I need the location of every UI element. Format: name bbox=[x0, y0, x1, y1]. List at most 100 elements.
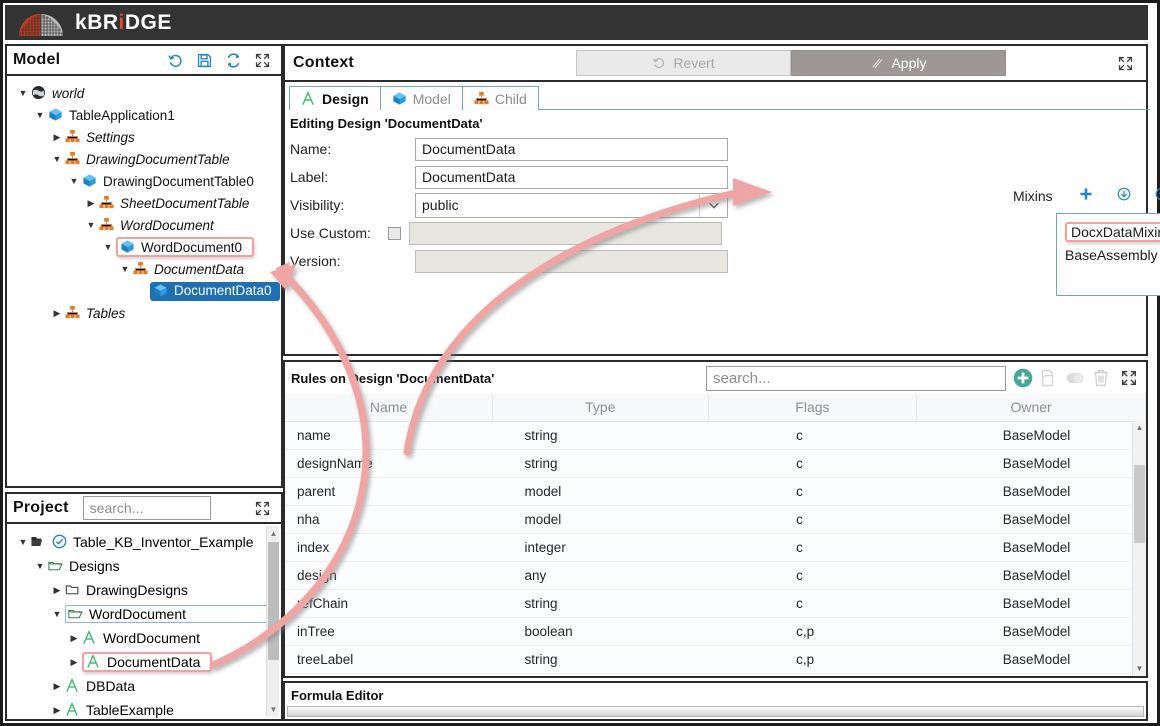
project-panel-title: Project bbox=[13, 499, 69, 516]
project-tree[interactable]: ▼ Table_KB_Inventor_Example ▼ Designs ▶ Drawi… bbox=[7, 524, 281, 719]
maximize-icon[interactable] bbox=[254, 500, 271, 517]
model-tree-item[interactable]: ▼ DocumentData bbox=[11, 258, 277, 280]
project-search-input[interactable]: search... bbox=[82, 496, 211, 520]
chevron-down-icon[interactable]: ▼ bbox=[32, 110, 48, 120]
maximize-icon[interactable] bbox=[1120, 369, 1138, 387]
table-row[interactable]: nha model c BaseModel bbox=[285, 505, 1146, 534]
tab-child[interactable]: Child bbox=[461, 86, 539, 110]
tree-node-content: DBData bbox=[65, 677, 136, 694]
chevron-right-icon[interactable]: ▶ bbox=[49, 681, 65, 692]
revert-button[interactable]: Revert bbox=[575, 50, 791, 76]
table-row[interactable]: design any c BaseModel bbox=[285, 561, 1146, 590]
formula-editor-splitter[interactable] bbox=[287, 706, 1144, 717]
project-tree-item[interactable]: ▶ TableExample bbox=[13, 698, 277, 719]
scroll-up-arrow-icon[interactable]: ▲ bbox=[1133, 421, 1146, 435]
model-tree-item[interactable]: ▶ SheetDocumentTable bbox=[11, 192, 277, 214]
model-tree-item[interactable]: ▼ WordDocument0 bbox=[11, 236, 277, 258]
model-tree-item[interactable]: ▼ DrawingDocumentTable bbox=[11, 148, 277, 170]
chevron-right-icon[interactable]: ▶ bbox=[66, 657, 82, 668]
toggle-icon[interactable] bbox=[1064, 367, 1086, 389]
logo-text-part2: BR bbox=[87, 10, 119, 34]
hierarchy-icon bbox=[65, 305, 81, 321]
project-tree-scrollbar[interactable]: ▲ ▼ bbox=[266, 526, 279, 717]
move-down-icon[interactable] bbox=[1105, 186, 1143, 207]
history-icon[interactable] bbox=[167, 52, 184, 69]
table-row[interactable]: designName string c BaseModel bbox=[285, 449, 1146, 478]
rules-column-header[interactable]: Flags bbox=[708, 394, 918, 422]
tab-design[interactable]: Design bbox=[289, 86, 381, 111]
rules-search-input[interactable]: search... bbox=[706, 365, 1006, 391]
project-tree-item[interactable]: ▼ Table_KB_Inventor_Example bbox=[13, 530, 277, 554]
maximize-icon[interactable] bbox=[254, 52, 271, 69]
project-tree-item[interactable]: ▶ DBData bbox=[13, 674, 277, 698]
chevron-down-icon[interactable]: ▼ bbox=[15, 537, 31, 547]
tab-model[interactable]: Model bbox=[379, 86, 463, 110]
rules-column-header[interactable]: Type bbox=[492, 394, 709, 422]
label-input[interactable]: DocumentData bbox=[415, 165, 728, 189]
scroll-thumb[interactable] bbox=[268, 542, 279, 660]
mixin-list-item[interactable]: BaseAssembly bbox=[1065, 243, 1160, 266]
refresh-icon[interactable] bbox=[225, 52, 242, 69]
scroll-down-arrow-icon[interactable]: ▼ bbox=[268, 703, 279, 716]
chevron-down-icon[interactable]: ▼ bbox=[100, 242, 116, 252]
chevron-right-icon[interactable]: ▶ bbox=[49, 132, 65, 143]
add-rule-icon[interactable] bbox=[1012, 367, 1034, 389]
table-row[interactable]: parent model c BaseModel bbox=[285, 477, 1146, 506]
rules-table-body[interactable]: name string c BaseModel designName string c Bas… bbox=[285, 421, 1146, 674]
chevron-down-icon[interactable]: ▼ bbox=[117, 264, 133, 274]
mixin-list-item[interactable]: DocxDataMixin bbox=[1065, 220, 1160, 243]
chevron-down-icon[interactable]: ▼ bbox=[49, 609, 65, 619]
chevron-down-icon[interactable]: ▼ bbox=[49, 154, 65, 164]
chevron-right-icon[interactable]: ▶ bbox=[49, 308, 65, 319]
maximize-icon[interactable] bbox=[1117, 55, 1134, 72]
save-icon[interactable] bbox=[196, 52, 213, 69]
model-tree-item[interactable]: ▶ Settings bbox=[11, 126, 277, 148]
chevron-down-icon[interactable] bbox=[699, 193, 727, 217]
context-tabs[interactable]: Design Model Child bbox=[289, 85, 1150, 111]
move-up-icon[interactable] bbox=[1143, 186, 1160, 207]
scroll-thumb[interactable] bbox=[1134, 465, 1145, 543]
chevron-right-icon[interactable]: ▶ bbox=[49, 705, 65, 716]
project-tree-item-label: WordDocument bbox=[103, 630, 201, 646]
project-tree-item[interactable]: ▼ WordDocument bbox=[13, 602, 277, 626]
chevron-down-icon[interactable]: ▼ bbox=[83, 220, 99, 230]
scroll-up-arrow-icon[interactable]: ▲ bbox=[268, 527, 279, 540]
table-row[interactable]: name string c BaseModel bbox=[285, 421, 1146, 450]
project-tree-item[interactable]: ▼ Designs bbox=[13, 554, 277, 578]
chevron-right-icon[interactable]: ▶ bbox=[49, 585, 65, 596]
table-row[interactable]: index integer c BaseModel bbox=[285, 533, 1146, 562]
plus-icon[interactable] bbox=[1067, 186, 1105, 207]
table-row[interactable]: treeLabel string c,p BaseModel bbox=[285, 645, 1146, 674]
model-tree-item[interactable]: ▼DocumentData0 bbox=[11, 280, 280, 302]
copy-rule-icon[interactable] bbox=[1038, 367, 1060, 389]
model-tree-item[interactable]: ▶ Tables bbox=[11, 302, 277, 324]
chevron-down-icon[interactable]: ▼ bbox=[32, 561, 48, 571]
name-input[interactable]: DocumentData bbox=[415, 137, 728, 161]
project-tree-item[interactable]: ▶ DocumentData bbox=[13, 650, 277, 674]
project-tree-item[interactable]: ▶ WordDocument bbox=[13, 626, 277, 650]
cube-icon bbox=[153, 283, 169, 299]
table-row[interactable]: inTree boolean c,p BaseModel bbox=[285, 617, 1146, 646]
delete-rule-icon[interactable] bbox=[1090, 367, 1112, 389]
chevron-down-icon[interactable]: ▼ bbox=[66, 176, 82, 186]
chevron-down-icon[interactable]: ▼ bbox=[15, 88, 31, 98]
model-tree-item[interactable]: ▼ TableApplication1 bbox=[11, 104, 277, 126]
model-tree-item[interactable]: ▼ DrawingDocumentTable0 bbox=[11, 170, 277, 192]
rules-cell-name: nha bbox=[285, 505, 493, 534]
model-tree-item[interactable]: ▼ world bbox=[11, 82, 277, 104]
rules-table-scrollbar[interactable]: ▲ ▼ bbox=[1132, 421, 1146, 676]
scroll-down-arrow-icon[interactable]: ▼ bbox=[1133, 662, 1146, 676]
visibility-select[interactable]: public bbox=[415, 192, 728, 218]
use-custom-checkbox[interactable] bbox=[388, 226, 401, 240]
project-tree-item-label: DBData bbox=[86, 678, 136, 694]
rules-column-header[interactable]: Name bbox=[285, 394, 494, 422]
project-tree-item[interactable]: ▶ DrawingDesigns bbox=[13, 578, 277, 602]
chevron-right-icon[interactable]: ▶ bbox=[66, 633, 82, 644]
model-tree[interactable]: ▼ world ▼ TableApplication1 ▶ Settings ▼ Drawin… bbox=[7, 76, 281, 486]
model-tree-item[interactable]: ▼ WordDocument bbox=[11, 214, 277, 236]
mixins-list[interactable]: DocxDataMixin BaseAssembly bbox=[1056, 213, 1160, 296]
table-row[interactable]: refChain string c BaseModel bbox=[285, 589, 1146, 618]
chevron-right-icon[interactable]: ▶ bbox=[83, 198, 99, 209]
apply-button[interactable]: Apply bbox=[790, 50, 1006, 76]
rules-column-header[interactable]: Owner bbox=[916, 394, 1146, 422]
